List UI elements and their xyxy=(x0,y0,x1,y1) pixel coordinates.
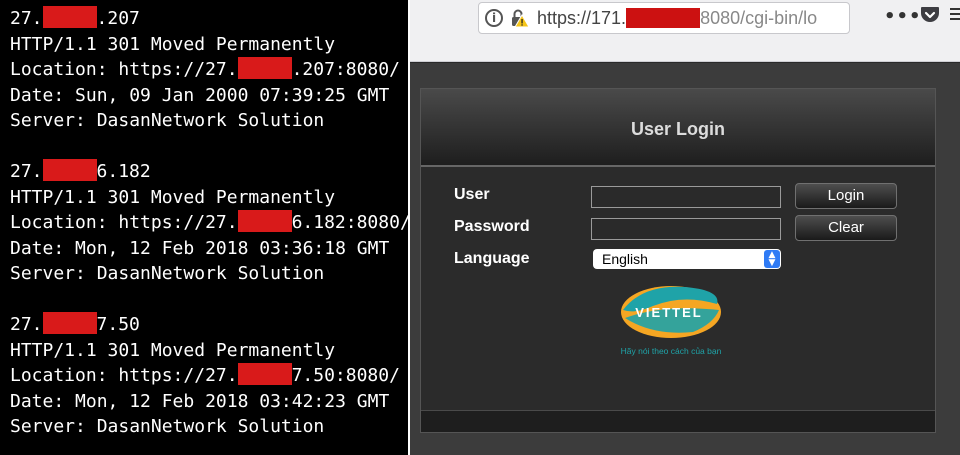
password-label: Password xyxy=(454,218,530,235)
ip-line: 27. 6.182 xyxy=(10,159,151,182)
select-arrows-icon: ▲ ▼ xyxy=(764,250,780,268)
login-header: User Login xyxy=(421,89,935,167)
redaction-bar xyxy=(42,312,97,334)
clear-button[interactable]: Clear xyxy=(795,215,897,241)
hamburger-icon[interactable] xyxy=(950,6,960,22)
status-line: HTTP/1.1 301 Moved Permanently xyxy=(10,33,336,55)
login-button[interactable]: Login xyxy=(795,183,897,209)
url-prefix: https://171. xyxy=(537,7,627,28)
redaction-bar xyxy=(42,159,97,181)
user-label: User xyxy=(454,186,490,203)
page-content: User Login User Login Password Clear Lan… xyxy=(410,63,960,455)
url-suffix: 8080/cgi-bin/lo xyxy=(700,7,818,28)
language-label: Language xyxy=(454,250,530,267)
language-value: English xyxy=(602,251,648,267)
redaction-bar xyxy=(237,363,292,385)
status-line: HTTP/1.1 301 Moved Permanently xyxy=(10,339,336,361)
language-select[interactable]: English ▲ ▼ xyxy=(593,249,781,269)
page-title: User Login xyxy=(630,119,725,139)
date-line: Date: Mon, 12 Feb 2018 03:42:23 GMT xyxy=(10,390,390,412)
redaction-bar xyxy=(237,57,292,79)
terminal-output: 27. .207 HTTP/1.1 301 Moved Permanently L… xyxy=(0,0,408,455)
login-footer xyxy=(421,410,935,432)
response-block: 27. 6.182 HTTP/1.1 301 Moved Permanently … xyxy=(10,159,408,287)
response-block: 27. .207 HTTP/1.1 301 Moved Permanently L… xyxy=(10,6,408,134)
date-line: Date: Sun, 09 Jan 2000 07:39:25 GMT xyxy=(10,84,390,106)
user-input[interactable] xyxy=(591,186,781,208)
logo-slogan: Hãy nói theo cách của bạn xyxy=(621,346,722,356)
info-icon[interactable]: i xyxy=(485,9,503,27)
browser-window: i https://171. 8080/cgi-bin/lo ••• User L… xyxy=(410,0,960,455)
lock-warning-icon[interactable] xyxy=(509,8,529,28)
server-line: Server: DasanNetwork Solution xyxy=(10,110,325,131)
browser-toolbar: i https://171. 8080/cgi-bin/lo ••• xyxy=(410,0,960,62)
date-line: Date: Mon, 12 Feb 2018 03:36:18 GMT xyxy=(10,237,390,259)
ip-line: 27. .207 xyxy=(10,6,140,29)
password-input[interactable] xyxy=(591,218,781,240)
response-block: 27. 7.50 HTTP/1.1 301 Moved Permanently L… xyxy=(10,312,408,440)
redaction-bar xyxy=(42,6,97,28)
server-line: Server: DasanNetwork Solution xyxy=(10,263,325,284)
location-line: Location: https://27. .207:8080/ xyxy=(10,57,400,80)
pocket-icon[interactable] xyxy=(920,6,940,24)
location-line: Location: https://27. 7.50:8080/ xyxy=(10,363,400,386)
redaction-bar xyxy=(237,210,292,232)
viettel-logo: VIETTEL Hãy nói theo cách của bạn xyxy=(613,284,753,364)
status-line: HTTP/1.1 301 Moved Permanently xyxy=(10,186,336,208)
address-bar[interactable]: i https://171. 8080/cgi-bin/lo xyxy=(478,2,850,34)
logo-wordmark: VIETTEL xyxy=(635,305,702,320)
viettel-logo-graphic: VIETTEL Hãy nói theo cách của bạn xyxy=(621,286,722,356)
more-icon[interactable]: ••• xyxy=(884,6,922,27)
login-panel: User Login User Login Password Clear Lan… xyxy=(420,88,936,433)
server-line: Server: DasanNetwork Solution xyxy=(10,416,325,437)
redaction-bar xyxy=(626,8,701,28)
location-line: Location: https://27. 6.182:8080/ xyxy=(10,210,408,233)
ip-line: 27. 7.50 xyxy=(10,312,140,335)
